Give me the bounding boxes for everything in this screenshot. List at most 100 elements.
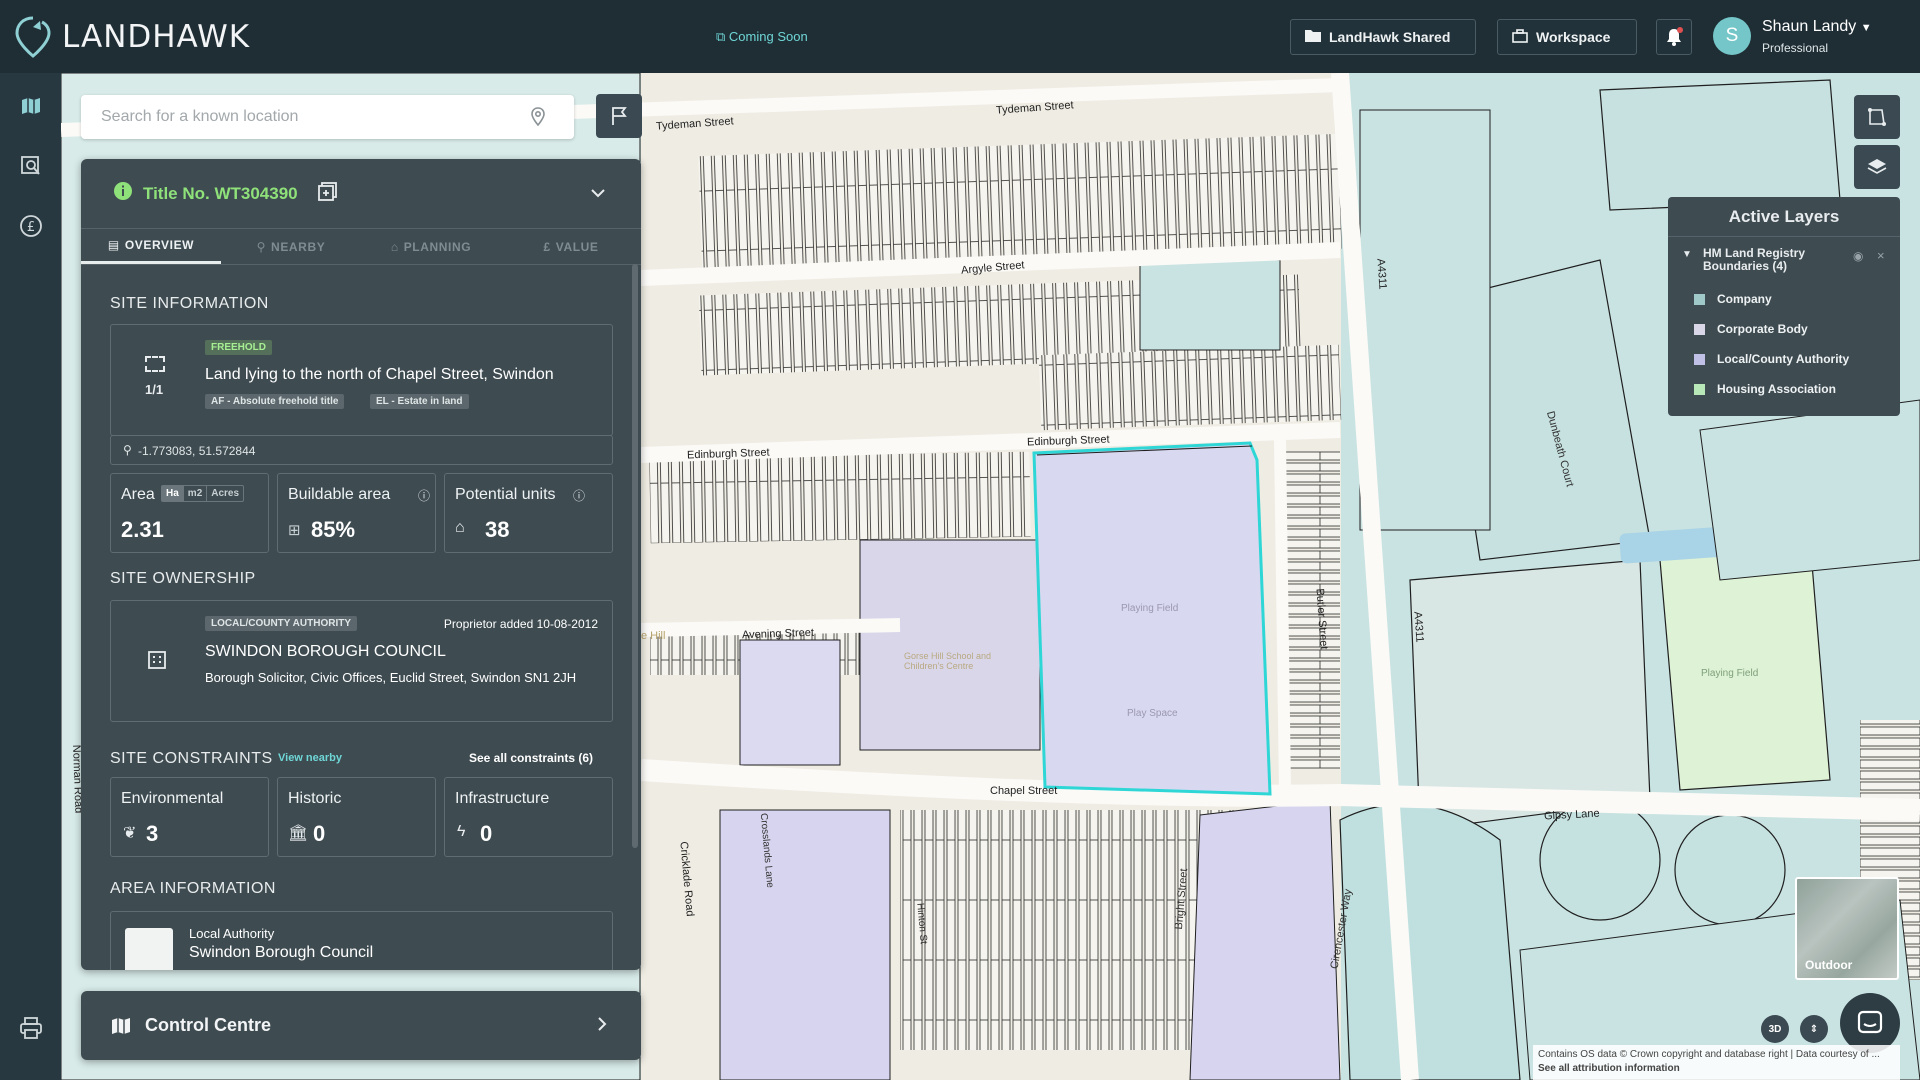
ownership-card[interactable]: LOCAL/COUNTY AUTHORITY Proprietor added … — [110, 600, 613, 722]
toggle-3d-button[interactable]: 3D — [1761, 1015, 1789, 1043]
chevron-down-icon[interactable] — [591, 185, 605, 203]
polygon-icon — [1868, 108, 1886, 126]
area-label: Area — [121, 486, 155, 503]
chat-button[interactable] — [1840, 993, 1900, 1053]
panel-scrollbar[interactable] — [632, 264, 638, 848]
location-search[interactable] — [81, 95, 574, 139]
user-name[interactable]: Shaun Landy ▼ — [1762, 18, 1872, 36]
home-icon: ⌂ — [455, 519, 465, 536]
active-layers-title: Active Layers — [1668, 197, 1900, 237]
planning-icon: ⌂ — [390, 239, 399, 254]
map-label: A4311 — [1374, 258, 1389, 290]
close-icon[interactable]: × — [1877, 248, 1885, 263]
panel-header: Title No. WT304390 — [81, 159, 641, 229]
search-input[interactable] — [101, 108, 521, 126]
tab-label: NEARBY — [271, 239, 326, 254]
basemap-label: Outdoor — [1805, 958, 1853, 972]
leaf-icon: ❦ — [123, 825, 137, 842]
infrastructure-card[interactable]: Infrastructure ϟ 0 — [444, 777, 613, 857]
tab-overview[interactable]: ▤ OVERVIEW — [81, 229, 221, 264]
layers-button[interactable] — [1854, 145, 1900, 189]
see-all-constraints-link[interactable]: See all constraints (6) — [469, 751, 593, 765]
legend-item-local-authority: Local/County Authority — [1694, 352, 1849, 366]
coordinates-row[interactable]: ⚲ -1.773083, 51.572844 — [110, 435, 613, 465]
map-label: e Hill — [641, 630, 666, 642]
units-label: Potential units — [455, 486, 556, 503]
document-icon: ▤ — [107, 238, 120, 252]
environmental-card[interactable]: Environmental ❦ 3 — [110, 777, 269, 857]
infrastructure-value: 0 — [480, 821, 493, 846]
local-authority-label: Local Authority — [189, 926, 275, 941]
user-role: Professional — [1762, 41, 1829, 55]
rail-print-button[interactable] — [0, 1003, 61, 1053]
map-label: Avening Street — [741, 626, 815, 642]
unit-m2-option[interactable]: m2 — [182, 486, 206, 501]
site-info-card[interactable]: 1/1 FREEHOLD Land lying to the north of … — [110, 324, 613, 436]
historic-card[interactable]: Historic 🏛︎ 0 — [277, 777, 436, 857]
add-to-workspace-icon[interactable] — [317, 181, 338, 206]
coming-soon-label: Coming Soon — [728, 29, 808, 44]
parcel-count: 1/1 — [145, 382, 164, 397]
local-authority-card[interactable]: Local Authority Swindon Borough Council — [110, 911, 613, 970]
view-nearby-link[interactable]: View nearby — [278, 752, 342, 764]
control-centre-bar[interactable]: Control Centre — [81, 991, 641, 1060]
panel-tabs: ▤ OVERVIEW ⚲ NEARBY ⌂ PLANNING £ VALUE — [81, 229, 641, 265]
rail-value-button[interactable]: £ — [0, 201, 61, 251]
top-bar: LANDHAWK ⧉ Coming Soon LandHawk Shared W… — [0, 0, 1920, 73]
basemap-switcher[interactable]: Outdoor — [1795, 877, 1899, 980]
site-description: Land lying to the north of Chapel Street… — [205, 366, 554, 383]
info-icon[interactable]: ⓘ — [418, 487, 430, 504]
chevron-down-icon: ▼ — [1860, 22, 1872, 34]
rail-search-button[interactable] — [0, 141, 61, 191]
map-label: Gorse Hill School and Children's Centre — [904, 651, 992, 671]
location-pin-icon[interactable] — [530, 107, 546, 132]
buildable-card: Buildable area ⓘ ⊞ 85% — [277, 473, 436, 553]
notifications-button[interactable] — [1656, 19, 1692, 55]
site-information-heading: SITE INFORMATION — [110, 295, 269, 312]
tab-nearby[interactable]: ⚲ NEARBY — [221, 229, 361, 264]
landhawk-shared-button[interactable]: LandHawk Shared — [1290, 19, 1476, 55]
compass-button[interactable]: ⇕ — [1800, 1015, 1828, 1043]
eye-icon[interactable]: ◉ — [1853, 249, 1863, 263]
tab-value[interactable]: £ VALUE — [501, 229, 641, 264]
unit-ha-option[interactable]: Ha — [162, 486, 183, 501]
workspace-label: Workspace — [1536, 29, 1611, 45]
user-name-label: Shaun Landy — [1762, 18, 1857, 35]
grid-icon: ⊞ — [288, 522, 301, 539]
tab-planning[interactable]: ⌂ PLANNING — [361, 229, 501, 264]
layer-group-name[interactable]: HM Land Registry Boundaries (4) — [1703, 247, 1823, 273]
pound-icon: £ — [543, 239, 551, 254]
rail-map-button[interactable] — [0, 81, 61, 131]
buildable-label: Buildable area — [288, 486, 391, 503]
area-card: Area Ha m2 Acres 2.31 — [110, 473, 269, 553]
map-icon — [112, 1017, 130, 1034]
workspace-button[interactable]: Workspace — [1497, 19, 1637, 55]
title-panel: Title No. WT304390 ▤ OVERVIEW ⚲ NEARBY ⌂ PL… — [81, 159, 641, 970]
tab-label: VALUE — [555, 239, 599, 254]
buildable-value: 85% — [311, 517, 356, 542]
proprietor-address: Borough Solicitor, Civic Offices, Euclid… — [205, 670, 577, 685]
logo[interactable]: LANDHAWK — [14, 15, 250, 59]
environmental-value: 3 — [146, 821, 159, 846]
pound-icon: £ — [19, 215, 42, 237]
attribution-link[interactable]: See all attribution information — [1538, 1062, 1895, 1076]
avatar[interactable]: S — [1713, 17, 1751, 55]
units-value: 38 — [485, 517, 510, 542]
unit-acres-option[interactable]: Acres — [206, 486, 243, 501]
coordinates: -1.773083, 51.572844 — [138, 444, 256, 458]
historic-value: 0 — [313, 821, 326, 846]
caret-down-icon[interactable]: ▼ — [1682, 249, 1692, 260]
flag-button[interactable] — [596, 94, 642, 138]
map-label: Chapel Street — [990, 785, 1058, 797]
coming-soon-link[interactable]: ⧉ Coming Soon — [716, 29, 808, 45]
lightning-icon: ϟ — [457, 823, 466, 840]
legend-item-corporate-body: Corporate Body — [1694, 322, 1808, 336]
tab-label: PLANNING — [403, 239, 472, 254]
legend-swatch — [1694, 323, 1705, 335]
info-icon[interactable]: ⓘ — [573, 487, 585, 504]
draw-polygon-button[interactable] — [1854, 95, 1900, 139]
info-icon — [113, 181, 133, 206]
legend-label: Local/County Authority — [1717, 352, 1850, 366]
brand-name: LANDHAWK — [62, 18, 251, 55]
infrastructure-label: Infrastructure — [455, 790, 550, 807]
